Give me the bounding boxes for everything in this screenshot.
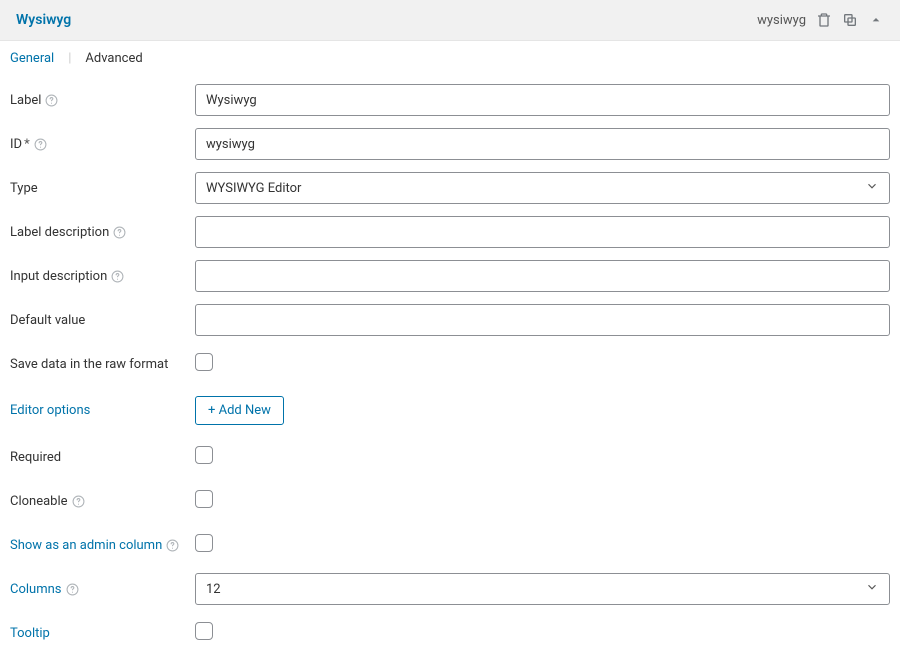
label-text: Label — [10, 93, 41, 108]
id-input[interactable] — [195, 128, 890, 160]
label-text: Input description — [10, 269, 107, 284]
label-description-input[interactable] — [195, 216, 890, 248]
required-checkbox[interactable] — [195, 446, 213, 464]
columns-select[interactable]: 12 — [195, 573, 890, 605]
admin-column-checkbox[interactable] — [195, 534, 213, 552]
required-marker: * — [24, 137, 30, 152]
help-icon[interactable] — [111, 270, 124, 283]
row-default-value: Default value — [10, 298, 890, 342]
label-text: ID — [10, 137, 22, 152]
label-default-value: Default value — [10, 313, 195, 328]
copy-icon[interactable] — [842, 12, 858, 28]
row-input-description: Input description — [10, 254, 890, 298]
tabs: General | Advanced — [0, 41, 900, 74]
header-actions: wysiwyg — [757, 12, 884, 28]
help-icon[interactable] — [45, 94, 58, 107]
chevron-down-icon — [865, 179, 879, 197]
label-cloneable: Cloneable — [10, 494, 195, 509]
select-value: 12 — [206, 582, 221, 597]
help-icon[interactable] — [113, 226, 126, 239]
help-icon[interactable] — [72, 495, 85, 508]
label-text: Type — [10, 181, 38, 196]
type-select[interactable]: WYSIWYG Editor — [195, 172, 890, 204]
label-text: Label description — [10, 225, 109, 240]
default-value-input[interactable] — [195, 304, 890, 336]
label-admin-column[interactable]: Show as an admin column — [10, 538, 195, 553]
chevron-down-icon — [865, 580, 879, 598]
row-required: Required — [10, 435, 890, 479]
trash-icon[interactable] — [816, 12, 832, 28]
row-label: Label — [10, 78, 890, 122]
label-text: Required — [10, 450, 61, 465]
cloneable-checkbox[interactable] — [195, 490, 213, 508]
label-text: Save data in the raw format — [10, 357, 168, 372]
panel-header: Wysiwyg wysiwyg — [0, 0, 900, 41]
label-text: Columns — [10, 582, 62, 597]
label-text: Show as an admin column — [10, 538, 162, 553]
row-type: Type WYSIWYG Editor — [10, 166, 890, 210]
label-text: Editor options — [10, 403, 90, 418]
label-required: Required — [10, 450, 195, 465]
row-label-description: Label description — [10, 210, 890, 254]
tab-general[interactable]: General — [10, 51, 54, 66]
select-value: WYSIWYG Editor — [206, 181, 301, 196]
panel-title: Wysiwyg — [16, 12, 71, 28]
label-columns[interactable]: Columns — [10, 582, 195, 597]
label-label: Label — [10, 93, 195, 108]
row-cloneable: Cloneable — [10, 479, 890, 523]
label-editor-options[interactable]: Editor options — [10, 403, 195, 418]
label-id: ID* — [10, 137, 195, 152]
help-icon[interactable] — [166, 539, 179, 552]
collapse-icon[interactable] — [868, 12, 884, 28]
label-input[interactable] — [195, 84, 890, 116]
help-icon[interactable] — [34, 138, 47, 151]
label-type: Type — [10, 181, 195, 196]
label-text: Cloneable — [10, 494, 68, 509]
row-save-raw: Save data in the raw format — [10, 342, 890, 386]
tab-advanced[interactable]: Advanced — [85, 51, 142, 66]
field-settings-panel: Wysiwyg wysiwyg General | Advanced Label — [0, 0, 900, 669]
label-tooltip[interactable]: Tooltip — [10, 626, 195, 641]
help-icon[interactable] — [66, 583, 79, 596]
save-raw-checkbox[interactable] — [195, 353, 213, 371]
field-slug: wysiwyg — [757, 13, 806, 28]
input-description-input[interactable] — [195, 260, 890, 292]
form: Label ID* Type WYSIWYG Editor La — [0, 74, 900, 669]
label-label-description: Label description — [10, 225, 195, 240]
row-editor-options: Editor options + Add New — [10, 386, 890, 435]
row-tooltip: Tooltip — [10, 611, 890, 655]
row-admin-column: Show as an admin column — [10, 523, 890, 567]
label-input-description: Input description — [10, 269, 195, 284]
label-text: Default value — [10, 313, 85, 328]
label-save-raw: Save data in the raw format — [10, 357, 195, 372]
tab-separator: | — [68, 51, 71, 66]
add-new-button[interactable]: + Add New — [195, 396, 284, 425]
row-id: ID* — [10, 122, 890, 166]
label-text: Tooltip — [10, 626, 50, 641]
row-columns: Columns 12 — [10, 567, 890, 611]
tooltip-checkbox[interactable] — [195, 622, 213, 640]
